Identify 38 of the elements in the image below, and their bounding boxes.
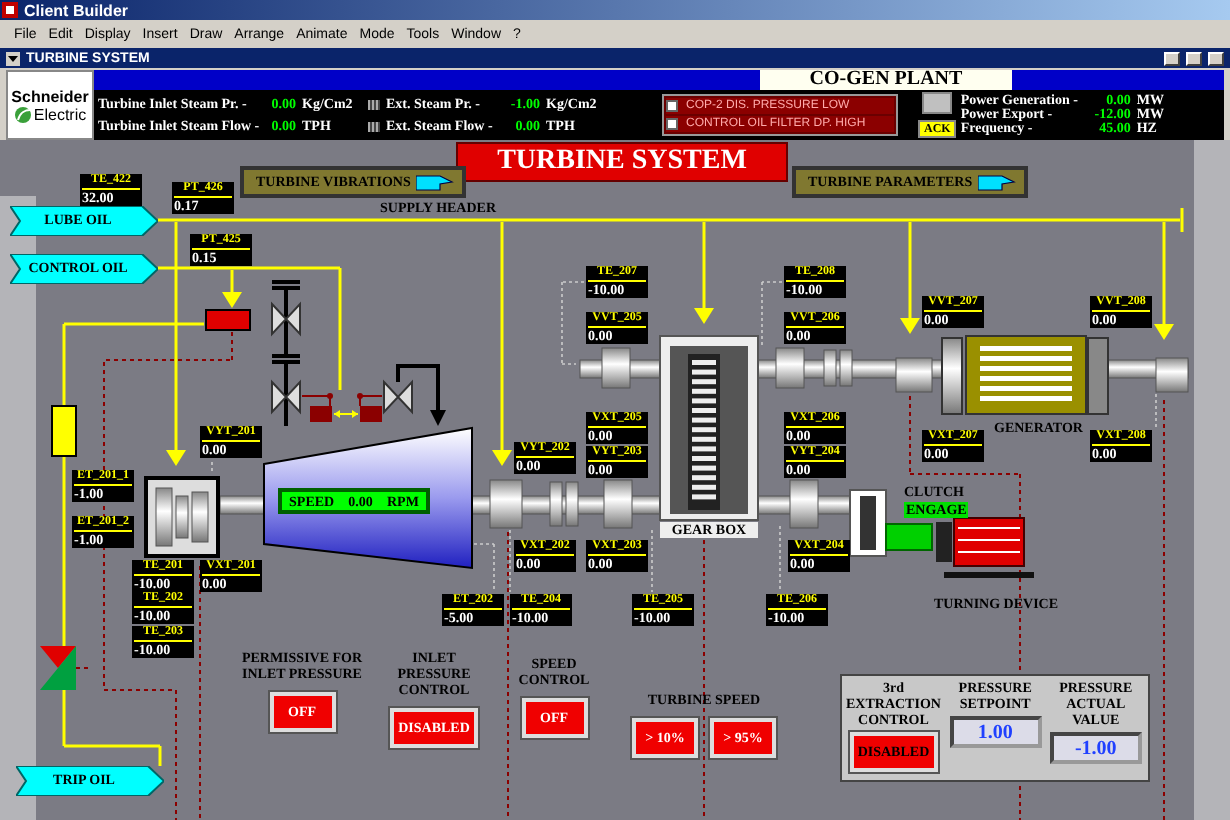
hand-icon	[416, 173, 457, 191]
shaft-drawing	[219, 495, 265, 515]
window-title: Client Builder	[24, 1, 129, 19]
value-display: -1.00	[1049, 732, 1142, 764]
plant-banner: CO-GEN PLANT	[760, 70, 1012, 90]
logo-text: Electric	[33, 105, 87, 123]
shaft-drawing	[579, 347, 661, 389]
leaf-icon	[13, 105, 32, 123]
bar-icon	[368, 99, 380, 109]
valve-drawing	[383, 364, 446, 426]
app-icon	[2, 2, 18, 18]
flow-arrow	[222, 270, 242, 308]
linkage-drawing	[301, 393, 383, 422]
flow-arrow	[1154, 222, 1174, 340]
solenoid-drawing	[51, 405, 77, 457]
hand-icon	[978, 173, 1019, 191]
close-button[interactable]	[1208, 51, 1224, 65]
trip-valve-drawing	[40, 646, 93, 690]
value-display: 1.00	[949, 716, 1042, 748]
diagram-title: TURBINE SYSTEM	[456, 142, 788, 182]
alarm-checkbox[interactable]	[666, 100, 678, 112]
shaft-drawing	[1107, 357, 1189, 393]
alarm-indicator	[922, 92, 953, 114]
bar-icon	[368, 121, 380, 131]
turning-device-drawing	[936, 517, 1034, 578]
logo-text: Schneider	[11, 87, 89, 105]
restore-button[interactable]	[1186, 51, 1202, 65]
shaft-drawing	[757, 479, 851, 529]
leader-line	[779, 525, 781, 593]
flow-arrow	[694, 222, 714, 324]
actuator-box	[205, 309, 251, 331]
leader-line	[1155, 393, 1157, 429]
flow-arrow	[900, 222, 920, 334]
leader-line	[211, 461, 213, 475]
minimize-button[interactable]	[1164, 51, 1180, 65]
dropdown-icon	[6, 51, 20, 65]
alarm-checkbox[interactable]	[666, 118, 678, 130]
leader-line	[651, 529, 653, 593]
